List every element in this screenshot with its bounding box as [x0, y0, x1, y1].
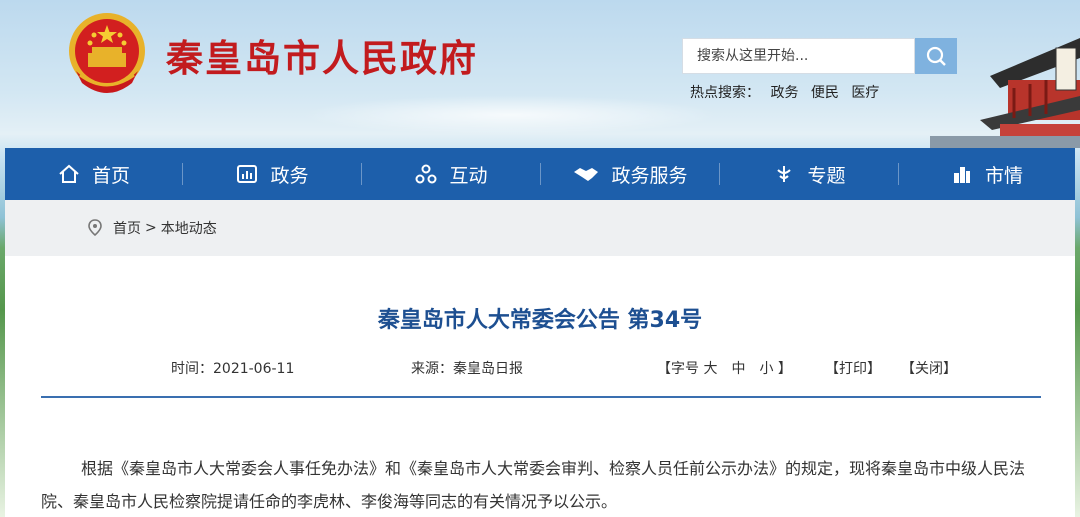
- hot-search-item[interactable]: 便民: [811, 85, 839, 101]
- nav-item-label: 政务服务: [611, 164, 688, 187]
- interact-icon: [415, 163, 437, 185]
- breadcrumb-home-link[interactable]: 首页: [113, 218, 141, 238]
- main-navigation: 首页 政务 互动 政务服务 专题 市情: [5, 148, 1075, 200]
- chart-icon: [236, 163, 258, 185]
- nav-item-label: 互动: [449, 164, 488, 187]
- home-icon: [58, 163, 80, 185]
- nav-item-label: 政务: [270, 164, 309, 187]
- article-panel: 秦皇岛市人大常委会公告 第34号 时间：2021-06-11 来源：秦皇岛日报 …: [5, 256, 1075, 517]
- nav-item-label: 首页: [91, 164, 130, 187]
- national-emblem-logo: [69, 13, 145, 93]
- hot-search-item[interactable]: 医疗: [851, 85, 879, 101]
- nav-item-label: 市情: [984, 164, 1023, 187]
- hot-search-item[interactable]: 政务: [770, 85, 798, 101]
- hot-search-label: 热点搜索：: [690, 85, 760, 101]
- topic-icon: [773, 163, 795, 185]
- breadcrumb-separator: >: [145, 220, 157, 236]
- nav-item-gov-service[interactable]: 政务服务: [541, 148, 720, 200]
- breadcrumb-current[interactable]: 本地动态: [161, 218, 217, 238]
- nav-item-interaction[interactable]: 互动: [362, 148, 541, 200]
- nav-item-topics[interactable]: 专题: [720, 148, 899, 200]
- close-button[interactable]: 【关闭】: [901, 358, 957, 378]
- nav-item-city-info[interactable]: 市情: [899, 148, 1075, 200]
- title-divider: [41, 396, 1041, 398]
- article-time: 时间：2021-06-11: [171, 361, 295, 377]
- search-input[interactable]: 搜索从这里开始...: [682, 38, 915, 74]
- article-title: 秦皇岛市人大常委会公告 第34号: [377, 308, 703, 333]
- print-button[interactable]: 【打印】: [825, 358, 881, 378]
- nav-item-affairs[interactable]: 政务: [183, 148, 362, 200]
- article-source: 来源：秦皇岛日报: [411, 361, 523, 377]
- nav-item-home[interactable]: 首页: [5, 148, 183, 200]
- nav-item-label: 专题: [807, 164, 846, 187]
- font-size-control[interactable]: 【字号 大 中 小 】: [657, 358, 792, 378]
- location-pin-icon: [87, 219, 103, 237]
- gate-tower-illustration: [930, 38, 1080, 148]
- city-icon: [951, 163, 973, 185]
- breadcrumb: 首页 > 本地动态: [5, 200, 1075, 256]
- header-cloud-decoration: [300, 95, 720, 135]
- handshake-icon: [573, 163, 599, 185]
- site-title[interactable]: 秦皇岛市人民政府: [166, 28, 478, 82]
- article-body: 根据《秦皇岛市人大常委会人事任免办法》和《秦皇岛市人大常委会审判、检察人员任前公…: [41, 459, 1026, 511]
- hot-search: 热点搜索： 政务 便民 医疗: [690, 82, 887, 102]
- site-header: 秦皇岛市人民政府 搜索从这里开始... 热点搜索： 政务 便民 医疗: [0, 0, 1080, 148]
